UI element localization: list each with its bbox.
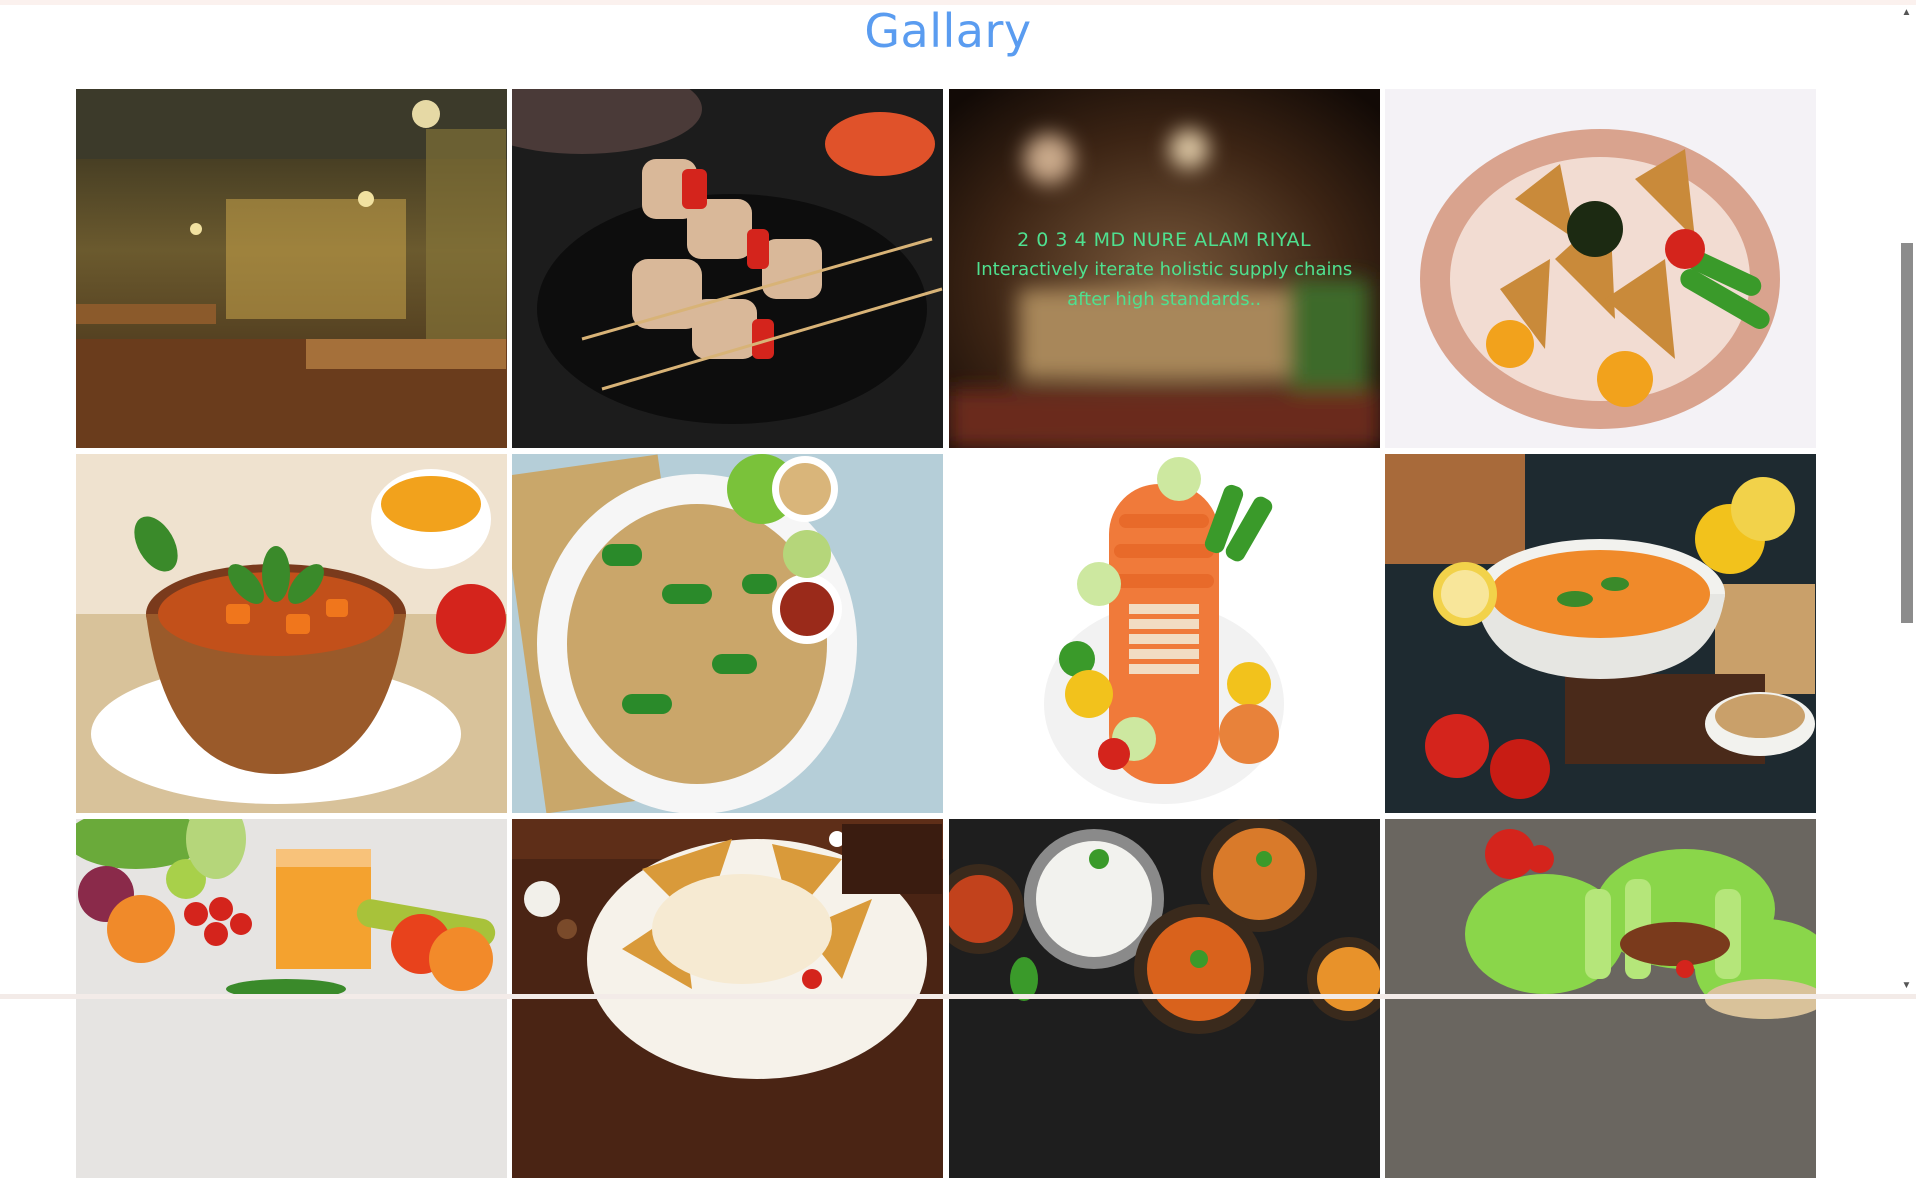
vegetable-platter-image xyxy=(948,454,1380,813)
vertical-scrollbar[interactable]: ▲ ▼ xyxy=(1897,5,1916,994)
vegetable-stew-bowl-image xyxy=(76,454,507,813)
scroll-up-arrow-icon[interactable]: ▲ xyxy=(1897,5,1916,21)
gallery-title: Gallary xyxy=(864,4,1032,58)
gallery-grid: 2 0 3 4 MD NURE ALAM RIYAL Interactively… xyxy=(76,89,1817,1178)
chicken-skewers-image xyxy=(512,89,944,448)
overlay-author-name: 2 0 3 4 MD NURE ALAM RIYAL xyxy=(1017,229,1312,251)
gallery-item-restaurant-interior[interactable] xyxy=(76,89,507,448)
scrollbar-thumb[interactable] xyxy=(1901,243,1913,623)
gallery-item-lentil-soup[interactable] xyxy=(1384,454,1816,813)
lentil-soup-image xyxy=(1384,454,1816,813)
stir-fry-noodles-image xyxy=(512,454,944,813)
gallery-item-overlay[interactable]: 2 0 3 4 MD NURE ALAM RIYAL Interactively… xyxy=(948,89,1380,448)
samosa-plate-image xyxy=(1384,89,1816,448)
gallery-item-stir-fry[interactable] xyxy=(512,454,944,813)
gallery-overlay-caption: 2 0 3 4 MD NURE ALAM RIYAL Interactively… xyxy=(949,229,1380,315)
gallery-item-samosa-plate[interactable] xyxy=(1384,89,1816,448)
scroll-down-arrow-icon[interactable]: ▼ xyxy=(1897,978,1916,994)
bottom-strip xyxy=(0,994,1916,999)
gallery-item-vegetable-stew[interactable] xyxy=(76,454,507,813)
overlay-description: Interactively iterate holistic supply ch… xyxy=(975,259,1353,310)
gallery-item-vegetable-platter[interactable] xyxy=(948,454,1380,813)
restaurant-interior-image xyxy=(76,89,507,448)
gallery-item-chicken-skewers[interactable] xyxy=(512,89,944,448)
